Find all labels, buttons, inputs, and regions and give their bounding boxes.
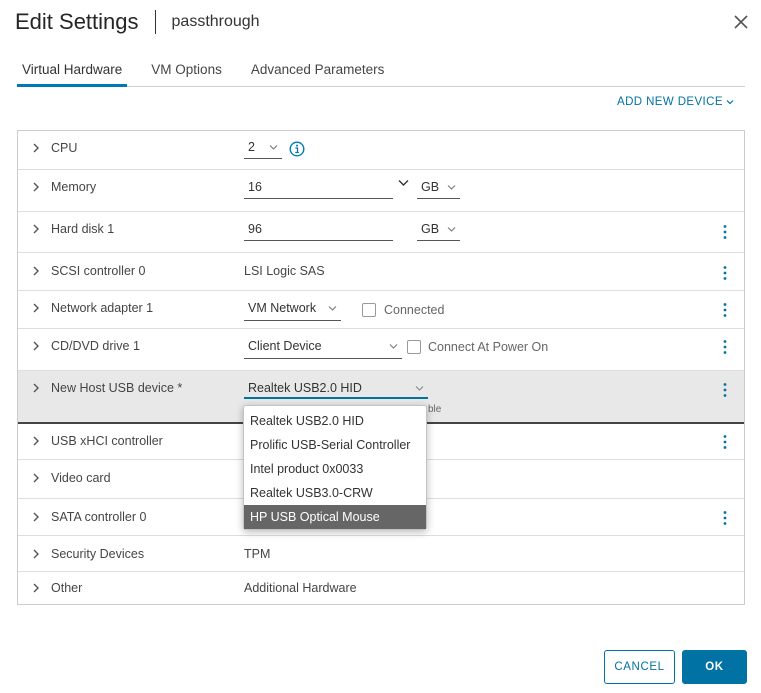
connect-at-power-on-label: Connect At Power On: [428, 340, 549, 354]
memory-value: 16: [248, 180, 262, 194]
row-cd-dvd-drive-1: CD/DVD drive 1 Client Device Connect At …: [18, 329, 744, 371]
connected-label: Connected: [384, 303, 445, 317]
cdrom-label: CD/DVD drive 1: [51, 339, 140, 353]
kebab-menu-icon[interactable]: [718, 339, 732, 355]
hardware-table: CPU 2 Memory 16 GB Hard disk 1 96 GB SCS…: [17, 130, 745, 605]
close-icon[interactable]: [731, 12, 751, 32]
hard-disk-unit: GB: [421, 222, 440, 236]
cdrom-value: Client Device: [248, 339, 322, 353]
row-memory: Memory 16 GB: [18, 170, 744, 212]
chevron-down-icon: [269, 145, 278, 150]
usb-option[interactable]: Prolific USB-Serial Controller: [244, 433, 426, 457]
chevron-down-icon: [447, 227, 456, 232]
chevron-down-icon[interactable]: [398, 179, 409, 187]
security-devices-value: TPM: [244, 547, 271, 561]
kebab-menu-icon[interactable]: [718, 265, 732, 281]
chevron-right-icon[interactable]: [31, 303, 41, 313]
chevron-right-icon[interactable]: [31, 266, 41, 276]
chevron-right-icon[interactable]: [31, 143, 41, 153]
chevron-right-icon[interactable]: [31, 473, 41, 483]
dialog-header: Edit Settings passthrough: [15, 8, 260, 36]
security-devices-label: Security Devices: [51, 547, 145, 561]
network-select[interactable]: VM Network: [244, 301, 341, 321]
usb-option[interactable]: Realtek USB2.0 HID: [244, 409, 426, 433]
add-new-device-button[interactable]: ADD NEW DEVICE: [617, 96, 734, 108]
memory-unit-select[interactable]: GB: [417, 180, 460, 199]
usb-device-select[interactable]: Realtek USB2.0 HID: [244, 381, 428, 399]
dialog-title: Edit Settings: [15, 9, 139, 34]
kebab-menu-icon[interactable]: [718, 510, 732, 526]
memory-input[interactable]: 16: [244, 180, 393, 199]
chevron-down-icon: [726, 100, 734, 105]
usb-hint-text: ble: [428, 404, 442, 415]
usb-device-label: New Host USB device *: [51, 381, 183, 395]
tab-bar: Virtual Hardware VM Options Advanced Par…: [17, 58, 745, 87]
tab-advanced-parameters[interactable]: Advanced Parameters: [246, 58, 390, 87]
hard-disk-label: Hard disk 1: [51, 222, 115, 236]
row-network-adapter-1: Network adapter 1 VM Network Connected: [18, 291, 744, 329]
network-value: VM Network: [248, 301, 317, 315]
hard-disk-unit-select[interactable]: GB: [417, 222, 460, 241]
chevron-down-icon: [328, 306, 337, 311]
info-icon[interactable]: [289, 141, 305, 157]
row-cpu: CPU 2: [18, 131, 744, 170]
cpu-value: 2: [248, 140, 255, 154]
other-label: Other: [51, 581, 83, 595]
chevron-right-icon[interactable]: [31, 549, 41, 559]
chevron-right-icon[interactable]: [31, 341, 41, 351]
chevron-right-icon[interactable]: [31, 583, 41, 593]
network-label: Network adapter 1: [51, 301, 154, 315]
video-card-label: Video card: [51, 471, 111, 485]
usb-device-dropdown: Realtek USB2.0 HID Prolific USB-Serial C…: [243, 405, 427, 530]
scsi-value: LSI Logic SAS: [244, 264, 325, 278]
cpu-select[interactable]: 2: [244, 140, 282, 159]
chevron-down-icon: [389, 344, 398, 349]
title-separator: [154, 10, 156, 34]
chevron-down-icon: [447, 185, 456, 190]
row-hard-disk-1: Hard disk 1 96 GB: [18, 212, 744, 253]
memory-label: Memory: [51, 180, 97, 194]
connect-at-power-on-checkbox[interactable]: [407, 340, 421, 354]
row-security-devices: Security Devices TPM: [18, 536, 744, 572]
cdrom-select[interactable]: Client Device: [244, 339, 402, 359]
usb-option-hovered[interactable]: HP USB Optical Mouse: [244, 505, 426, 529]
chevron-right-icon[interactable]: [31, 383, 41, 393]
scsi-label: SCSI controller 0: [51, 264, 146, 278]
row-scsi-controller-0: SCSI controller 0 LSI Logic SAS: [18, 253, 744, 291]
chevron-right-icon[interactable]: [31, 182, 41, 192]
memory-unit: GB: [421, 180, 440, 194]
chevron-down-icon: [415, 386, 424, 391]
other-value: Additional Hardware: [244, 581, 357, 595]
connected-checkbox[interactable]: [362, 303, 376, 317]
add-new-device-label: ADD NEW DEVICE: [617, 96, 723, 108]
usb-option[interactable]: Intel product 0x0033: [244, 457, 426, 481]
sata-label: SATA controller 0: [51, 510, 147, 524]
chevron-right-icon[interactable]: [31, 224, 41, 234]
cpu-label: CPU: [51, 141, 78, 155]
kebab-menu-icon[interactable]: [718, 382, 732, 398]
kebab-menu-icon[interactable]: [718, 224, 732, 240]
kebab-menu-icon[interactable]: [718, 302, 732, 318]
chevron-right-icon[interactable]: [31, 436, 41, 446]
hard-disk-size-input[interactable]: 96: [244, 222, 393, 241]
vm-name: passthrough: [171, 13, 260, 30]
tab-virtual-hardware[interactable]: Virtual Hardware: [17, 58, 128, 87]
kebab-menu-icon[interactable]: [718, 434, 732, 450]
ok-button[interactable]: OK: [682, 650, 747, 684]
usb-xhci-label: USB xHCI controller: [51, 434, 163, 448]
cancel-button[interactable]: CANCEL: [604, 650, 675, 684]
usb-device-value: Realtek USB2.0 HID: [248, 381, 362, 395]
chevron-right-icon[interactable]: [31, 512, 41, 522]
hard-disk-value: 96: [248, 222, 262, 236]
tab-vm-options[interactable]: VM Options: [146, 58, 227, 87]
row-other: Other Additional Hardware: [18, 572, 744, 604]
usb-option[interactable]: Realtek USB3.0-CRW: [244, 481, 426, 505]
